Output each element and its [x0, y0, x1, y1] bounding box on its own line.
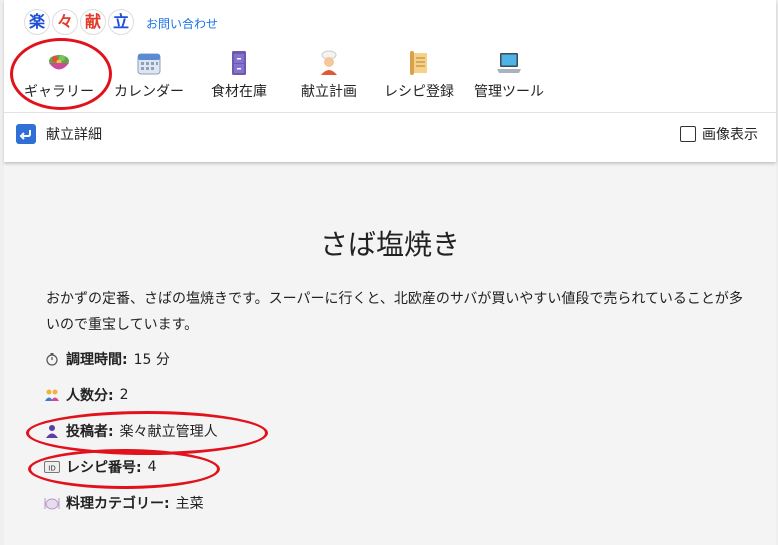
recipe-id-label: レシピ番号:	[66, 460, 142, 476]
recipe-content: さば塩焼き おかずの定番、さばの塩焼きです。スーパーに行くと、北欧産のサバが買い…	[4, 163, 776, 545]
laptop-icon	[494, 48, 524, 78]
nav-item-label: レシピ登録	[384, 84, 454, 100]
nav-item-label: 献立計画	[301, 84, 357, 100]
contact-link[interactable]: お問い合わせ	[146, 15, 218, 32]
scroll-icon	[404, 48, 434, 78]
salad-bowl-icon	[44, 48, 74, 78]
nav-item-ingredient-stock[interactable]: 食材在庫	[194, 48, 284, 102]
people-icon	[44, 387, 60, 403]
id-icon: ID	[44, 459, 60, 475]
cabinet-icon	[224, 48, 254, 78]
main-nav: ギャラリー カレンダー 食材在庫 献立計画 レシピ登録 管理ツール	[14, 48, 554, 102]
category-row: 料理カテゴリー: 主菜	[44, 493, 204, 513]
calendar-icon	[134, 48, 164, 78]
chef-icon	[314, 48, 344, 78]
plate-icon	[44, 495, 60, 511]
app-window: 楽 々 献 立 お問い合わせ ギャラリー カレンダー 食材在庫 献立計画 レシピ…	[0, 0, 778, 545]
nav-item-label: 食材在庫	[211, 84, 267, 100]
image-display-toggle[interactable]: 画像表示	[680, 124, 758, 144]
servings-label: 人数分:	[66, 388, 114, 404]
recipe-id-row: ID レシピ番号: 4	[44, 457, 157, 477]
nav-item-label: 管理ツール	[474, 84, 544, 100]
nav-item-menu-plan[interactable]: 献立計画	[284, 48, 374, 102]
top-navigation-bar: 楽 々 献 立 お問い合わせ ギャラリー カレンダー 食材在庫 献立計画 レシピ…	[4, 0, 776, 162]
logo-char: 立	[108, 9, 134, 35]
category-label: 料理カテゴリー:	[66, 496, 170, 512]
recipe-title: さば塩焼き	[319, 228, 460, 261]
nav-item-label: カレンダー	[114, 84, 184, 100]
servings-row: 人数分: 2	[44, 385, 129, 405]
image-display-checkbox[interactable]	[680, 126, 696, 142]
nav-item-calendar[interactable]: カレンダー	[104, 48, 194, 102]
recipe-id-value: 4	[147, 459, 157, 475]
back-label: 献立詳細	[46, 127, 102, 143]
stopwatch-icon	[44, 351, 60, 367]
cook-time-row: 調理時間: 15 分	[44, 349, 170, 369]
nav-item-label: ギャラリー	[24, 84, 94, 100]
svg-text:ID: ID	[48, 465, 55, 473]
cook-time-label: 調理時間:	[66, 352, 128, 368]
back-to-menu-detail[interactable]: 献立詳細	[16, 124, 102, 144]
servings-value: 2	[119, 387, 129, 403]
recipe-card: さば塩焼き おかずの定番、さばの塩焼きです。スーパーに行くと、北欧産のサバが買い…	[4, 183, 776, 545]
header-divider	[4, 112, 776, 113]
logo-char: 々	[52, 9, 78, 35]
recipe-description: おかずの定番、さばの塩焼きです。スーパーに行くと、北欧産のサバが買いやすい値段で…	[46, 291, 743, 333]
category-value: 主菜	[175, 496, 204, 512]
author-value: 楽々献立管理人	[119, 424, 218, 440]
image-display-label: 画像表示	[702, 127, 758, 143]
nav-item-gallery[interactable]: ギャラリー	[14, 48, 104, 102]
return-arrow-icon	[16, 124, 36, 144]
person-icon	[44, 423, 60, 439]
logo-char: 献	[80, 9, 106, 35]
site-logo[interactable]: 楽 々 献 立	[24, 9, 134, 35]
logo-char: 楽	[24, 9, 50, 35]
nav-item-admin-tools[interactable]: 管理ツール	[464, 48, 554, 102]
nav-item-recipe-register[interactable]: レシピ登録	[374, 48, 464, 102]
cook-time-value: 15 分	[133, 352, 170, 368]
author-row: 投稿者: 楽々献立管理人	[44, 421, 218, 441]
author-label: 投稿者:	[66, 424, 114, 440]
